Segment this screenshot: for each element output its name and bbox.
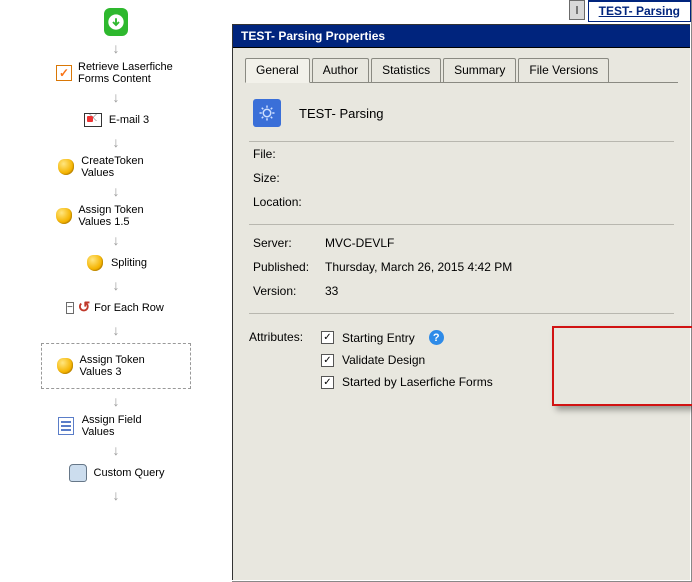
tab-statistics[interactable]: Statistics xyxy=(371,58,441,82)
attr-label: Started by Laserfiche Forms xyxy=(342,375,493,389)
label-size: Size: xyxy=(253,171,325,185)
workflow-canvas[interactable]: ↓ ✓ Retrieve Laserfiche Forms Content ↓ … xyxy=(0,0,232,582)
document-tabs: TEST- Parsing xyxy=(569,0,691,22)
label-version: Version: xyxy=(253,284,325,298)
token-icon xyxy=(57,358,73,374)
loop-icon: ↺ xyxy=(78,300,91,316)
tab-content-general: TEST- Parsing File: Size: Location: Serv… xyxy=(245,82,678,393)
doc-title: TEST- Parsing xyxy=(299,106,384,121)
arrow-icon: ↓ xyxy=(113,184,120,198)
attr-label: Validate Design xyxy=(342,353,425,367)
label-attributes: Attributes: xyxy=(249,330,321,389)
node-for-each-row[interactable]: − ↺ For Each Row xyxy=(68,298,164,318)
properties-tabs: General Author Statistics Summary File V… xyxy=(245,58,678,82)
label-file: File: xyxy=(253,147,325,161)
node-spliting[interactable]: Spliting xyxy=(85,253,147,273)
tab-file-versions[interactable]: File Versions xyxy=(518,58,609,82)
check-icon: ✓ xyxy=(56,65,72,81)
mail-icon xyxy=(84,113,102,127)
help-icon[interactable]: ? xyxy=(429,330,444,345)
attr-label: Starting Entry xyxy=(342,331,415,345)
node-label: Assign Field Values xyxy=(82,414,176,438)
node-label: E-mail 3 xyxy=(109,114,149,126)
tab-general[interactable]: General xyxy=(245,58,310,83)
checkbox-starting-entry[interactable]: ✓ xyxy=(321,331,334,344)
value-server: MVC-DEVLF xyxy=(325,236,394,250)
node-label: Spliting xyxy=(111,257,147,269)
loop-body: Assign Token Values 3 xyxy=(41,343,191,389)
tab-test-parsing[interactable]: TEST- Parsing xyxy=(588,0,691,22)
node-label: CreateToken Values xyxy=(81,155,176,179)
label-server: Server: xyxy=(253,236,325,250)
arrow-icon: ↓ xyxy=(113,233,120,247)
node-label: For Each Row xyxy=(94,302,164,314)
tab-author[interactable]: Author xyxy=(312,58,369,82)
node-label: Assign Token Values 3 xyxy=(80,354,177,378)
tab-summary[interactable]: Summary xyxy=(443,58,516,82)
node-create-token[interactable]: CreateToken Values xyxy=(56,155,176,179)
value-published: Thursday, March 26, 2015 4:42 PM xyxy=(325,260,512,274)
value-version: 33 xyxy=(325,284,338,298)
arrow-icon: ↓ xyxy=(113,135,120,149)
token-icon xyxy=(58,159,74,175)
collapse-icon[interactable]: − xyxy=(66,302,74,314)
document-icon xyxy=(58,417,74,435)
arrow-icon: ↓ xyxy=(113,394,120,408)
arrow-icon: ↓ xyxy=(113,41,120,55)
checkbox-started-by-forms[interactable]: ✓ xyxy=(321,376,334,389)
label-location: Location: xyxy=(253,195,325,209)
node-label: Retrieve Laserfiche Forms Content xyxy=(78,61,176,85)
panel-title: TEST- Parsing Properties xyxy=(233,25,690,48)
arrow-icon: ↓ xyxy=(113,488,120,502)
node-assign-token-3[interactable]: Assign Token Values 3 xyxy=(56,354,176,378)
token-icon xyxy=(87,255,103,271)
node-custom-query[interactable]: Custom Query xyxy=(68,463,165,483)
node-label: Custom Query xyxy=(94,467,165,479)
node-assign-field[interactable]: Assign Field Values xyxy=(56,414,176,438)
start-node[interactable] xyxy=(104,10,128,36)
checkbox-validate-design[interactable]: ✓ xyxy=(321,354,334,367)
arrow-icon: ↓ xyxy=(113,323,120,337)
node-retrieve-forms[interactable]: ✓ Retrieve Laserfiche Forms Content xyxy=(56,61,176,85)
tab-grip-icon[interactable] xyxy=(569,0,585,20)
database-icon xyxy=(69,464,87,482)
properties-panel: TEST- Parsing Properties General Author … xyxy=(232,24,690,580)
arrow-icon: ↓ xyxy=(113,90,120,104)
node-label: Assign Token Values 1.5 xyxy=(78,204,176,228)
workflow-icon xyxy=(253,99,281,127)
node-assign-token-15[interactable]: Assign Token Values 1.5 xyxy=(56,204,176,228)
arrow-icon: ↓ xyxy=(113,443,120,457)
download-icon xyxy=(104,8,128,36)
token-icon xyxy=(56,208,72,224)
node-email[interactable]: E-mail 3 xyxy=(83,110,149,130)
arrow-icon: ↓ xyxy=(113,278,120,292)
label-published: Published: xyxy=(253,260,325,274)
